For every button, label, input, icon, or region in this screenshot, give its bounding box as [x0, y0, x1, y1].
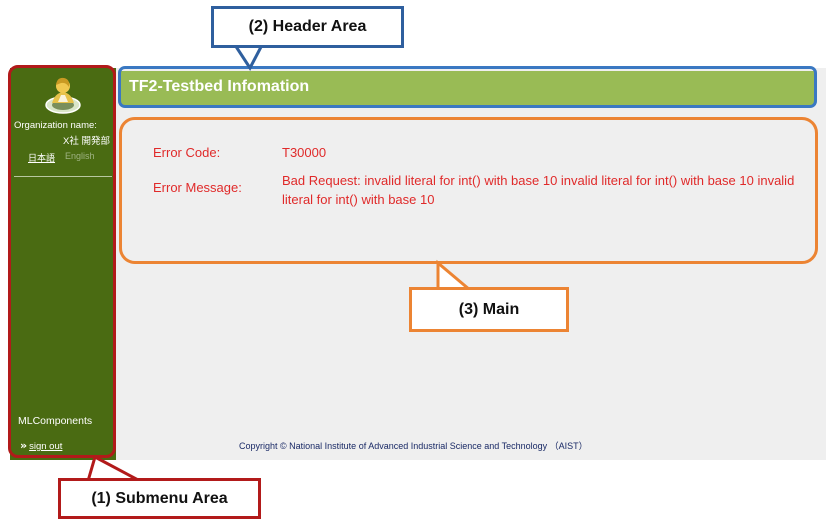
submenu-area-callout: (1) Submenu Area [58, 478, 261, 519]
header-area-callout: (2) Header Area [211, 6, 404, 48]
main-area-callout: (3) Main [409, 287, 569, 332]
callout-leader-lines [86, 44, 471, 483]
